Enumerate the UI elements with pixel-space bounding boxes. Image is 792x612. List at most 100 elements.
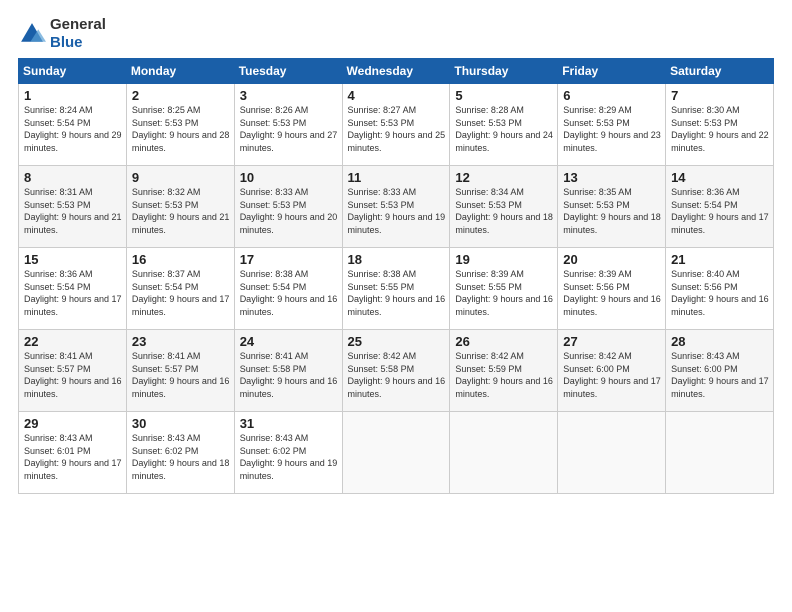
day-header-saturday: Saturday bbox=[666, 59, 774, 84]
day-info: Sunrise: 8:40 AM Sunset: 5:56 PM Dayligh… bbox=[671, 268, 769, 318]
day-info: Sunrise: 8:33 AM Sunset: 5:53 PM Dayligh… bbox=[348, 186, 446, 236]
day-number: 27 bbox=[563, 334, 661, 349]
calendar-cell: 7 Sunrise: 8:30 AM Sunset: 5:53 PM Dayli… bbox=[666, 84, 774, 166]
day-number: 14 bbox=[671, 170, 769, 185]
day-header-wednesday: Wednesday bbox=[342, 59, 450, 84]
day-info: Sunrise: 8:32 AM Sunset: 5:53 PM Dayligh… bbox=[132, 186, 230, 236]
day-info: Sunrise: 8:34 AM Sunset: 5:53 PM Dayligh… bbox=[455, 186, 553, 236]
day-info: Sunrise: 8:42 AM Sunset: 5:58 PM Dayligh… bbox=[348, 350, 446, 400]
calendar-cell: 1 Sunrise: 8:24 AM Sunset: 5:54 PM Dayli… bbox=[19, 84, 127, 166]
calendar-cell: 26 Sunrise: 8:42 AM Sunset: 5:59 PM Dayl… bbox=[450, 330, 558, 412]
logo-text: General Blue bbox=[50, 16, 106, 52]
calendar-cell: 5 Sunrise: 8:28 AM Sunset: 5:53 PM Dayli… bbox=[450, 84, 558, 166]
day-number: 5 bbox=[455, 88, 553, 103]
calendar-cell: 9 Sunrise: 8:32 AM Sunset: 5:53 PM Dayli… bbox=[126, 166, 234, 248]
calendar-cell: 21 Sunrise: 8:40 AM Sunset: 5:56 PM Dayl… bbox=[666, 248, 774, 330]
day-number: 12 bbox=[455, 170, 553, 185]
day-info: Sunrise: 8:39 AM Sunset: 5:56 PM Dayligh… bbox=[563, 268, 661, 318]
day-info: Sunrise: 8:43 AM Sunset: 6:01 PM Dayligh… bbox=[24, 432, 122, 482]
logo-area: General Blue bbox=[18, 16, 106, 52]
day-number: 22 bbox=[24, 334, 122, 349]
day-number: 21 bbox=[671, 252, 769, 267]
day-info: Sunrise: 8:28 AM Sunset: 5:53 PM Dayligh… bbox=[455, 104, 553, 154]
day-number: 16 bbox=[132, 252, 230, 267]
calendar-cell: 10 Sunrise: 8:33 AM Sunset: 5:53 PM Dayl… bbox=[234, 166, 342, 248]
day-info: Sunrise: 8:26 AM Sunset: 5:53 PM Dayligh… bbox=[240, 104, 338, 154]
day-number: 8 bbox=[24, 170, 122, 185]
calendar-table: SundayMondayTuesdayWednesdayThursdayFrid… bbox=[18, 58, 774, 494]
day-number: 19 bbox=[455, 252, 553, 267]
day-info: Sunrise: 8:41 AM Sunset: 5:58 PM Dayligh… bbox=[240, 350, 338, 400]
day-number: 31 bbox=[240, 416, 338, 431]
day-number: 29 bbox=[24, 416, 122, 431]
calendar-cell bbox=[666, 412, 774, 494]
day-number: 2 bbox=[132, 88, 230, 103]
day-number: 24 bbox=[240, 334, 338, 349]
day-header-sunday: Sunday bbox=[19, 59, 127, 84]
day-number: 10 bbox=[240, 170, 338, 185]
calendar-cell: 3 Sunrise: 8:26 AM Sunset: 5:53 PM Dayli… bbox=[234, 84, 342, 166]
day-number: 28 bbox=[671, 334, 769, 349]
day-number: 20 bbox=[563, 252, 661, 267]
calendar-cell bbox=[342, 412, 450, 494]
day-info: Sunrise: 8:33 AM Sunset: 5:53 PM Dayligh… bbox=[240, 186, 338, 236]
calendar-cell: 4 Sunrise: 8:27 AM Sunset: 5:53 PM Dayli… bbox=[342, 84, 450, 166]
day-number: 11 bbox=[348, 170, 446, 185]
day-header-thursday: Thursday bbox=[450, 59, 558, 84]
day-number: 25 bbox=[348, 334, 446, 349]
day-info: Sunrise: 8:37 AM Sunset: 5:54 PM Dayligh… bbox=[132, 268, 230, 318]
day-info: Sunrise: 8:41 AM Sunset: 5:57 PM Dayligh… bbox=[24, 350, 122, 400]
day-info: Sunrise: 8:42 AM Sunset: 6:00 PM Dayligh… bbox=[563, 350, 661, 400]
day-info: Sunrise: 8:31 AM Sunset: 5:53 PM Dayligh… bbox=[24, 186, 122, 236]
day-headers: SundayMondayTuesdayWednesdayThursdayFrid… bbox=[19, 59, 774, 84]
day-info: Sunrise: 8:30 AM Sunset: 5:53 PM Dayligh… bbox=[671, 104, 769, 154]
calendar-cell: 20 Sunrise: 8:39 AM Sunset: 5:56 PM Dayl… bbox=[558, 248, 666, 330]
day-info: Sunrise: 8:42 AM Sunset: 5:59 PM Dayligh… bbox=[455, 350, 553, 400]
day-number: 7 bbox=[671, 88, 769, 103]
calendar-cell: 23 Sunrise: 8:41 AM Sunset: 5:57 PM Dayl… bbox=[126, 330, 234, 412]
day-number: 9 bbox=[132, 170, 230, 185]
calendar-cell: 22 Sunrise: 8:41 AM Sunset: 5:57 PM Dayl… bbox=[19, 330, 127, 412]
day-info: Sunrise: 8:35 AM Sunset: 5:53 PM Dayligh… bbox=[563, 186, 661, 236]
calendar-cell: 13 Sunrise: 8:35 AM Sunset: 5:53 PM Dayl… bbox=[558, 166, 666, 248]
day-number: 13 bbox=[563, 170, 661, 185]
calendar-cell: 11 Sunrise: 8:33 AM Sunset: 5:53 PM Dayl… bbox=[342, 166, 450, 248]
day-info: Sunrise: 8:43 AM Sunset: 6:02 PM Dayligh… bbox=[240, 432, 338, 482]
day-header-tuesday: Tuesday bbox=[234, 59, 342, 84]
day-header-friday: Friday bbox=[558, 59, 666, 84]
calendar-cell: 24 Sunrise: 8:41 AM Sunset: 5:58 PM Dayl… bbox=[234, 330, 342, 412]
week-row-2: 8 Sunrise: 8:31 AM Sunset: 5:53 PM Dayli… bbox=[19, 166, 774, 248]
week-row-5: 29 Sunrise: 8:43 AM Sunset: 6:01 PM Dayl… bbox=[19, 412, 774, 494]
calendar-page: General Blue SundayMondayTuesdayWednesda… bbox=[0, 0, 792, 612]
day-info: Sunrise: 8:27 AM Sunset: 5:53 PM Dayligh… bbox=[348, 104, 446, 154]
calendar-cell bbox=[450, 412, 558, 494]
day-info: Sunrise: 8:29 AM Sunset: 5:53 PM Dayligh… bbox=[563, 104, 661, 154]
day-number: 17 bbox=[240, 252, 338, 267]
day-info: Sunrise: 8:38 AM Sunset: 5:54 PM Dayligh… bbox=[240, 268, 338, 318]
day-info: Sunrise: 8:38 AM Sunset: 5:55 PM Dayligh… bbox=[348, 268, 446, 318]
week-row-4: 22 Sunrise: 8:41 AM Sunset: 5:57 PM Dayl… bbox=[19, 330, 774, 412]
calendar-cell: 31 Sunrise: 8:43 AM Sunset: 6:02 PM Dayl… bbox=[234, 412, 342, 494]
day-number: 6 bbox=[563, 88, 661, 103]
header: General Blue bbox=[18, 16, 774, 52]
calendar-cell: 8 Sunrise: 8:31 AM Sunset: 5:53 PM Dayli… bbox=[19, 166, 127, 248]
day-number: 18 bbox=[348, 252, 446, 267]
calendar-cell: 17 Sunrise: 8:38 AM Sunset: 5:54 PM Dayl… bbox=[234, 248, 342, 330]
calendar-cell: 16 Sunrise: 8:37 AM Sunset: 5:54 PM Dayl… bbox=[126, 248, 234, 330]
calendar-cell: 14 Sunrise: 8:36 AM Sunset: 5:54 PM Dayl… bbox=[666, 166, 774, 248]
day-info: Sunrise: 8:36 AM Sunset: 5:54 PM Dayligh… bbox=[671, 186, 769, 236]
day-number: 1 bbox=[24, 88, 122, 103]
calendar-cell: 27 Sunrise: 8:42 AM Sunset: 6:00 PM Dayl… bbox=[558, 330, 666, 412]
day-number: 3 bbox=[240, 88, 338, 103]
calendar-cell: 12 Sunrise: 8:34 AM Sunset: 5:53 PM Dayl… bbox=[450, 166, 558, 248]
calendar-cell: 28 Sunrise: 8:43 AM Sunset: 6:00 PM Dayl… bbox=[666, 330, 774, 412]
day-number: 23 bbox=[132, 334, 230, 349]
day-number: 30 bbox=[132, 416, 230, 431]
day-info: Sunrise: 8:39 AM Sunset: 5:55 PM Dayligh… bbox=[455, 268, 553, 318]
calendar-cell bbox=[558, 412, 666, 494]
calendar-cell: 18 Sunrise: 8:38 AM Sunset: 5:55 PM Dayl… bbox=[342, 248, 450, 330]
calendar-cell: 6 Sunrise: 8:29 AM Sunset: 5:53 PM Dayli… bbox=[558, 84, 666, 166]
day-info: Sunrise: 8:41 AM Sunset: 5:57 PM Dayligh… bbox=[132, 350, 230, 400]
calendar-cell: 25 Sunrise: 8:42 AM Sunset: 5:58 PM Dayl… bbox=[342, 330, 450, 412]
day-number: 26 bbox=[455, 334, 553, 349]
